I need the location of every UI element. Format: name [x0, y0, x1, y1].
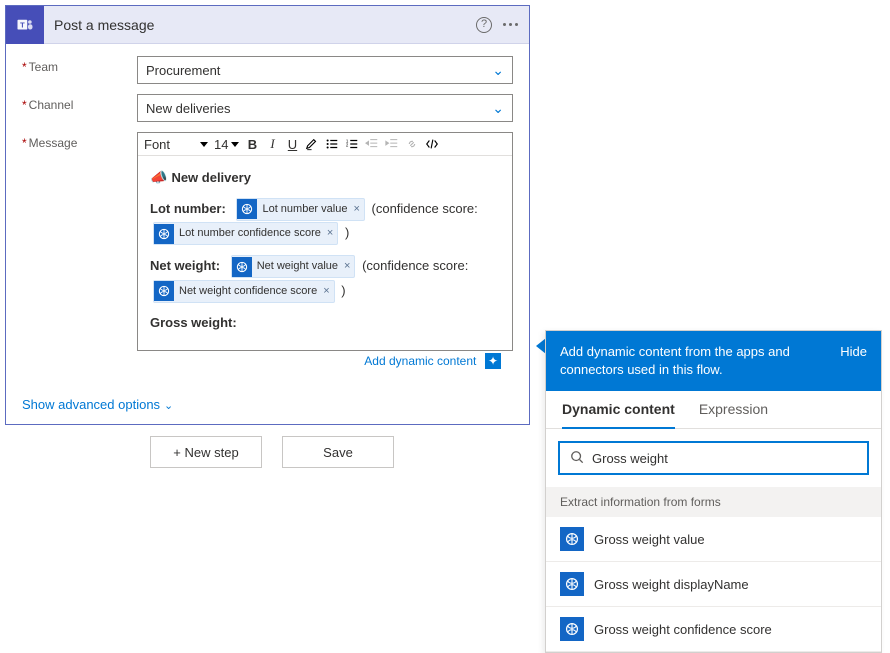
- chevron-down-icon: ⌄: [492, 100, 504, 117]
- post-message-card: T Post a message ? *Team Procurement ⌄ *…: [5, 5, 530, 425]
- more-icon[interactable]: [497, 12, 523, 38]
- highlight-button[interactable]: [305, 137, 319, 151]
- channel-value: New deliveries: [146, 101, 231, 116]
- code-view-button[interactable]: [425, 137, 439, 151]
- dc-item-gross-confidence[interactable]: Gross weight confidence score: [546, 607, 881, 652]
- pill-remove-icon[interactable]: ×: [323, 281, 329, 302]
- card-title: Post a message: [54, 17, 154, 33]
- message-editor[interactable]: Font 14 B I U 12 📣New deliv: [137, 132, 513, 351]
- font-size-dropdown[interactable]: 14: [214, 137, 239, 152]
- teams-icon: T: [6, 6, 44, 44]
- bullet-list-button[interactable]: [325, 137, 339, 151]
- panel-intro: Add dynamic content from the apps and co…: [560, 343, 830, 379]
- dc-item-gross-displayname[interactable]: Gross weight displayName: [546, 562, 881, 607]
- editor-toolbar: Font 14 B I U 12: [138, 133, 512, 156]
- italic-button[interactable]: I: [265, 136, 279, 152]
- svg-text:2: 2: [346, 143, 349, 148]
- team-value: Procurement: [146, 63, 220, 78]
- message-label: *Message: [22, 132, 137, 150]
- chevron-down-icon: ⌄: [492, 62, 504, 79]
- indent-button[interactable]: [385, 137, 399, 151]
- ai-builder-icon: [560, 572, 584, 596]
- pill-lot-conf[interactable]: Lot number confidence score×: [153, 222, 338, 245]
- ai-builder-icon: [154, 224, 174, 244]
- ai-builder-icon: [154, 281, 174, 301]
- new-step-button[interactable]: + New step: [150, 436, 262, 468]
- save-button[interactable]: Save: [282, 436, 394, 468]
- show-advanced-options-link[interactable]: Show advanced options⌄: [22, 397, 173, 412]
- pill-lot-value[interactable]: Lot number value×: [236, 198, 364, 221]
- tab-dynamic-content[interactable]: Dynamic content: [562, 401, 675, 429]
- megaphone-icon: 📣: [150, 169, 167, 185]
- search-input[interactable]: [592, 451, 857, 466]
- svg-text:T: T: [20, 20, 25, 29]
- outdent-button[interactable]: [365, 137, 379, 151]
- chevron-down-icon: ⌄: [164, 400, 173, 412]
- dynamic-content-panel: Add dynamic content from the apps and co…: [545, 330, 882, 653]
- number-list-button[interactable]: 12: [345, 137, 359, 151]
- card-header: T Post a message ?: [6, 6, 529, 44]
- ai-builder-icon: [237, 199, 257, 219]
- link-button[interactable]: [405, 137, 419, 151]
- team-dropdown[interactable]: Procurement ⌄: [137, 56, 513, 84]
- panel-header: Add dynamic content from the apps and co…: [546, 331, 881, 391]
- dc-item-gross-value[interactable]: Gross weight value: [546, 517, 881, 562]
- tab-expression[interactable]: Expression: [699, 401, 768, 428]
- ai-builder-icon: [232, 257, 252, 277]
- pill-remove-icon[interactable]: ×: [344, 256, 350, 277]
- add-dynamic-content-link[interactable]: Add dynamic content: [364, 354, 476, 368]
- ai-builder-icon: [560, 527, 584, 551]
- ai-builder-icon: [560, 617, 584, 641]
- font-family-dropdown[interactable]: Font: [144, 137, 208, 152]
- add-dynamic-content-button[interactable]: ✦: [485, 353, 501, 369]
- editor-body[interactable]: 📣New delivery Lot number: Lot number val…: [138, 156, 512, 350]
- underline-button[interactable]: U: [285, 137, 299, 152]
- section-header: Extract information from forms: [546, 487, 881, 517]
- pill-net-conf[interactable]: Net weight confidence score×: [153, 280, 335, 303]
- channel-dropdown[interactable]: New deliveries ⌄: [137, 94, 513, 122]
- bold-button[interactable]: B: [245, 137, 259, 152]
- team-label: *Team: [22, 56, 137, 74]
- channel-label: *Channel: [22, 94, 137, 112]
- help-icon[interactable]: ?: [471, 12, 497, 38]
- pill-remove-icon[interactable]: ×: [353, 199, 359, 220]
- hide-panel-link[interactable]: Hide: [840, 343, 867, 361]
- pill-remove-icon[interactable]: ×: [327, 223, 333, 244]
- search-box[interactable]: [558, 441, 869, 475]
- pill-net-value[interactable]: Net weight value×: [231, 255, 356, 278]
- search-icon: [570, 450, 584, 467]
